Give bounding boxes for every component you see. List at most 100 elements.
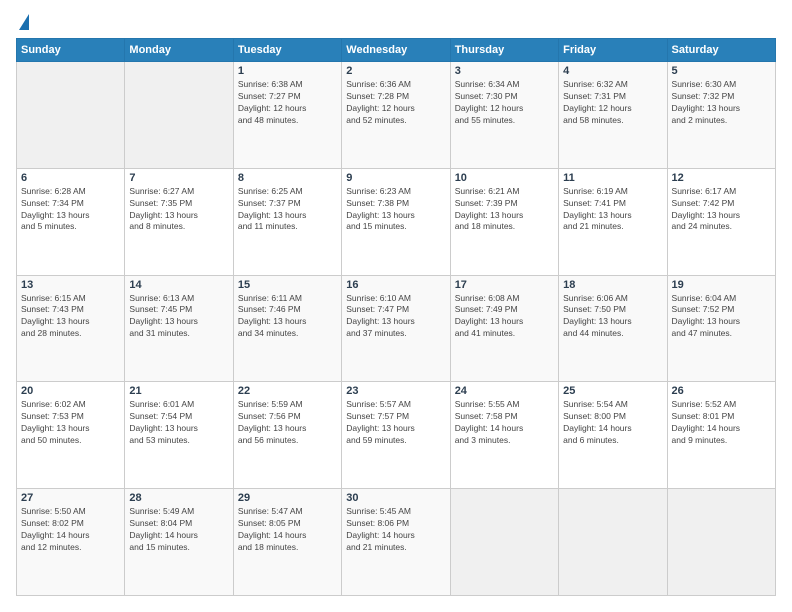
calendar-day-header: Saturday xyxy=(667,39,775,62)
calendar-day-cell: 26 Sunrise: 5:52 AM Sunset: 8:01 PM Dayli… xyxy=(667,382,775,489)
calendar-week-row: 27 Sunrise: 5:50 AM Sunset: 8:02 PM Dayli… xyxy=(17,489,776,596)
calendar-day-cell: 29Sunrise: 5:47 AM Sunset: 8:05 PM Dayli… xyxy=(233,489,341,596)
calendar-day-cell: 30 Sunrise: 5:45 AM Sunset: 8:06 PM Dayli… xyxy=(342,489,450,596)
day-info: Sunrise: 6:11 AM Sunset: 7:46 PM Dayligh… xyxy=(238,293,337,341)
calendar-day-cell: 28 Sunrise: 5:49 AM Sunset: 8:04 PM Dayli… xyxy=(125,489,233,596)
calendar-day-header: Monday xyxy=(125,39,233,62)
day-info: Sunrise: 6:06 AM Sunset: 7:50 PM Dayligh… xyxy=(563,293,662,341)
day-number: 28 xyxy=(129,492,228,504)
day-info: Sunrise: 6:25 AM Sunset: 7:37 PM Dayligh… xyxy=(238,186,337,234)
calendar-day-cell: 18 Sunrise: 6:06 AM Sunset: 7:50 PM Dayli… xyxy=(559,275,667,382)
day-number: 8 xyxy=(238,172,337,184)
calendar-day-cell: 22 Sunrise: 5:59 AM Sunset: 7:56 PM Dayli… xyxy=(233,382,341,489)
day-info: Sunrise: 6:36 AM Sunset: 7:28 PM Dayligh… xyxy=(346,79,445,127)
calendar-day-header: Tuesday xyxy=(233,39,341,62)
day-info: Sunrise: 5:52 AM Sunset: 8:01 PM Dayligh… xyxy=(672,399,771,447)
day-number: 6 xyxy=(21,172,120,184)
day-number: 14 xyxy=(129,279,228,291)
calendar-day-cell: 8 Sunrise: 6:25 AM Sunset: 7:37 PM Daylig… xyxy=(233,168,341,275)
calendar-day-cell xyxy=(125,62,233,169)
day-number: 7 xyxy=(129,172,228,184)
logo-arrow-icon xyxy=(19,14,29,30)
calendar-day-cell: 2 Sunrise: 6:36 AM Sunset: 7:28 PM Daylig… xyxy=(342,62,450,169)
day-info: Sunrise: 5:47 AM Sunset: 8:05 PM Dayligh… xyxy=(238,506,337,554)
day-number: 22 xyxy=(238,385,337,397)
day-info: Sunrise: 6:02 AM Sunset: 7:53 PM Dayligh… xyxy=(21,399,120,447)
logo xyxy=(16,16,29,28)
calendar-week-row: 6 Sunrise: 6:28 AM Sunset: 7:34 PM Daylig… xyxy=(17,168,776,275)
calendar-day-cell: 9 Sunrise: 6:23 AM Sunset: 7:38 PM Daylig… xyxy=(342,168,450,275)
day-info: Sunrise: 6:27 AM Sunset: 7:35 PM Dayligh… xyxy=(129,186,228,234)
day-info: Sunrise: 6:23 AM Sunset: 7:38 PM Dayligh… xyxy=(346,186,445,234)
day-number: 26 xyxy=(672,385,771,397)
calendar-day-cell: 13Sunrise: 6:15 AM Sunset: 7:43 PM Dayli… xyxy=(17,275,125,382)
day-number: 19 xyxy=(672,279,771,291)
day-info: Sunrise: 6:28 AM Sunset: 7:34 PM Dayligh… xyxy=(21,186,120,234)
day-info: Sunrise: 5:50 AM Sunset: 8:02 PM Dayligh… xyxy=(21,506,120,554)
day-info: Sunrise: 5:57 AM Sunset: 7:57 PM Dayligh… xyxy=(346,399,445,447)
day-number: 9 xyxy=(346,172,445,184)
day-number: 10 xyxy=(455,172,554,184)
day-number: 16 xyxy=(346,279,445,291)
day-number: 1 xyxy=(238,65,337,77)
day-number: 20 xyxy=(21,385,120,397)
calendar-header-row: SundayMondayTuesdayWednesdayThursdayFrid… xyxy=(17,39,776,62)
day-info: Sunrise: 6:04 AM Sunset: 7:52 PM Dayligh… xyxy=(672,293,771,341)
day-number: 21 xyxy=(129,385,228,397)
calendar-day-cell: 15 Sunrise: 6:11 AM Sunset: 7:46 PM Dayli… xyxy=(233,275,341,382)
calendar-day-header: Sunday xyxy=(17,39,125,62)
calendar-day-cell: 14 Sunrise: 6:13 AM Sunset: 7:45 PM Dayli… xyxy=(125,275,233,382)
calendar-week-row: 20 Sunrise: 6:02 AM Sunset: 7:53 PM Dayli… xyxy=(17,382,776,489)
day-info: Sunrise: 6:01 AM Sunset: 7:54 PM Dayligh… xyxy=(129,399,228,447)
calendar-day-cell: 21 Sunrise: 6:01 AM Sunset: 7:54 PM Dayli… xyxy=(125,382,233,489)
day-number: 27 xyxy=(21,492,120,504)
day-info: Sunrise: 6:38 AM Sunset: 7:27 PM Dayligh… xyxy=(238,79,337,127)
day-info: Sunrise: 5:45 AM Sunset: 8:06 PM Dayligh… xyxy=(346,506,445,554)
calendar-day-cell: 12 Sunrise: 6:17 AM Sunset: 7:42 PM Dayli… xyxy=(667,168,775,275)
day-number: 25 xyxy=(563,385,662,397)
day-number: 18 xyxy=(563,279,662,291)
day-number: 3 xyxy=(455,65,554,77)
day-info: Sunrise: 5:55 AM Sunset: 7:58 PM Dayligh… xyxy=(455,399,554,447)
day-info: Sunrise: 6:17 AM Sunset: 7:42 PM Dayligh… xyxy=(672,186,771,234)
day-info: Sunrise: 6:15 AM Sunset: 7:43 PM Dayligh… xyxy=(21,293,120,341)
page: SundayMondayTuesdayWednesdayThursdayFrid… xyxy=(0,0,792,612)
calendar-day-header: Wednesday xyxy=(342,39,450,62)
calendar-day-cell: 5 Sunrise: 6:30 AM Sunset: 7:32 PM Daylig… xyxy=(667,62,775,169)
calendar: SundayMondayTuesdayWednesdayThursdayFrid… xyxy=(16,38,776,596)
day-info: Sunrise: 5:59 AM Sunset: 7:56 PM Dayligh… xyxy=(238,399,337,447)
day-info: Sunrise: 5:54 AM Sunset: 8:00 PM Dayligh… xyxy=(563,399,662,447)
day-number: 5 xyxy=(672,65,771,77)
day-number: 2 xyxy=(346,65,445,77)
calendar-day-cell: 6 Sunrise: 6:28 AM Sunset: 7:34 PM Daylig… xyxy=(17,168,125,275)
day-info: Sunrise: 6:08 AM Sunset: 7:49 PM Dayligh… xyxy=(455,293,554,341)
calendar-day-header: Friday xyxy=(559,39,667,62)
calendar-day-cell: 19 Sunrise: 6:04 AM Sunset: 7:52 PM Dayli… xyxy=(667,275,775,382)
day-info: Sunrise: 6:21 AM Sunset: 7:39 PM Dayligh… xyxy=(455,186,554,234)
calendar-day-cell: 4 Sunrise: 6:32 AM Sunset: 7:31 PM Daylig… xyxy=(559,62,667,169)
day-number: 17 xyxy=(455,279,554,291)
calendar-day-cell: 23Sunrise: 5:57 AM Sunset: 7:57 PM Dayli… xyxy=(342,382,450,489)
calendar-day-cell: 11Sunrise: 6:19 AM Sunset: 7:41 PM Dayli… xyxy=(559,168,667,275)
day-number: 4 xyxy=(563,65,662,77)
day-info: Sunrise: 6:10 AM Sunset: 7:47 PM Dayligh… xyxy=(346,293,445,341)
day-info: Sunrise: 5:49 AM Sunset: 8:04 PM Dayligh… xyxy=(129,506,228,554)
calendar-day-cell xyxy=(450,489,558,596)
day-info: Sunrise: 6:32 AM Sunset: 7:31 PM Dayligh… xyxy=(563,79,662,127)
calendar-day-cell xyxy=(17,62,125,169)
calendar-day-cell: 3 Sunrise: 6:34 AM Sunset: 7:30 PM Daylig… xyxy=(450,62,558,169)
day-number: 30 xyxy=(346,492,445,504)
calendar-day-cell: 10 Sunrise: 6:21 AM Sunset: 7:39 PM Dayli… xyxy=(450,168,558,275)
day-info: Sunrise: 6:30 AM Sunset: 7:32 PM Dayligh… xyxy=(672,79,771,127)
calendar-day-cell xyxy=(667,489,775,596)
day-info: Sunrise: 6:34 AM Sunset: 7:30 PM Dayligh… xyxy=(455,79,554,127)
day-number: 15 xyxy=(238,279,337,291)
calendar-day-cell: 27 Sunrise: 5:50 AM Sunset: 8:02 PM Dayli… xyxy=(17,489,125,596)
day-info: Sunrise: 6:13 AM Sunset: 7:45 PM Dayligh… xyxy=(129,293,228,341)
calendar-week-row: 13Sunrise: 6:15 AM Sunset: 7:43 PM Dayli… xyxy=(17,275,776,382)
calendar-day-cell xyxy=(559,489,667,596)
day-number: 12 xyxy=(672,172,771,184)
calendar-week-row: 1 Sunrise: 6:38 AM Sunset: 7:27 PM Daylig… xyxy=(17,62,776,169)
calendar-day-cell: 1 Sunrise: 6:38 AM Sunset: 7:27 PM Daylig… xyxy=(233,62,341,169)
calendar-day-cell: 16 Sunrise: 6:10 AM Sunset: 7:47 PM Dayli… xyxy=(342,275,450,382)
